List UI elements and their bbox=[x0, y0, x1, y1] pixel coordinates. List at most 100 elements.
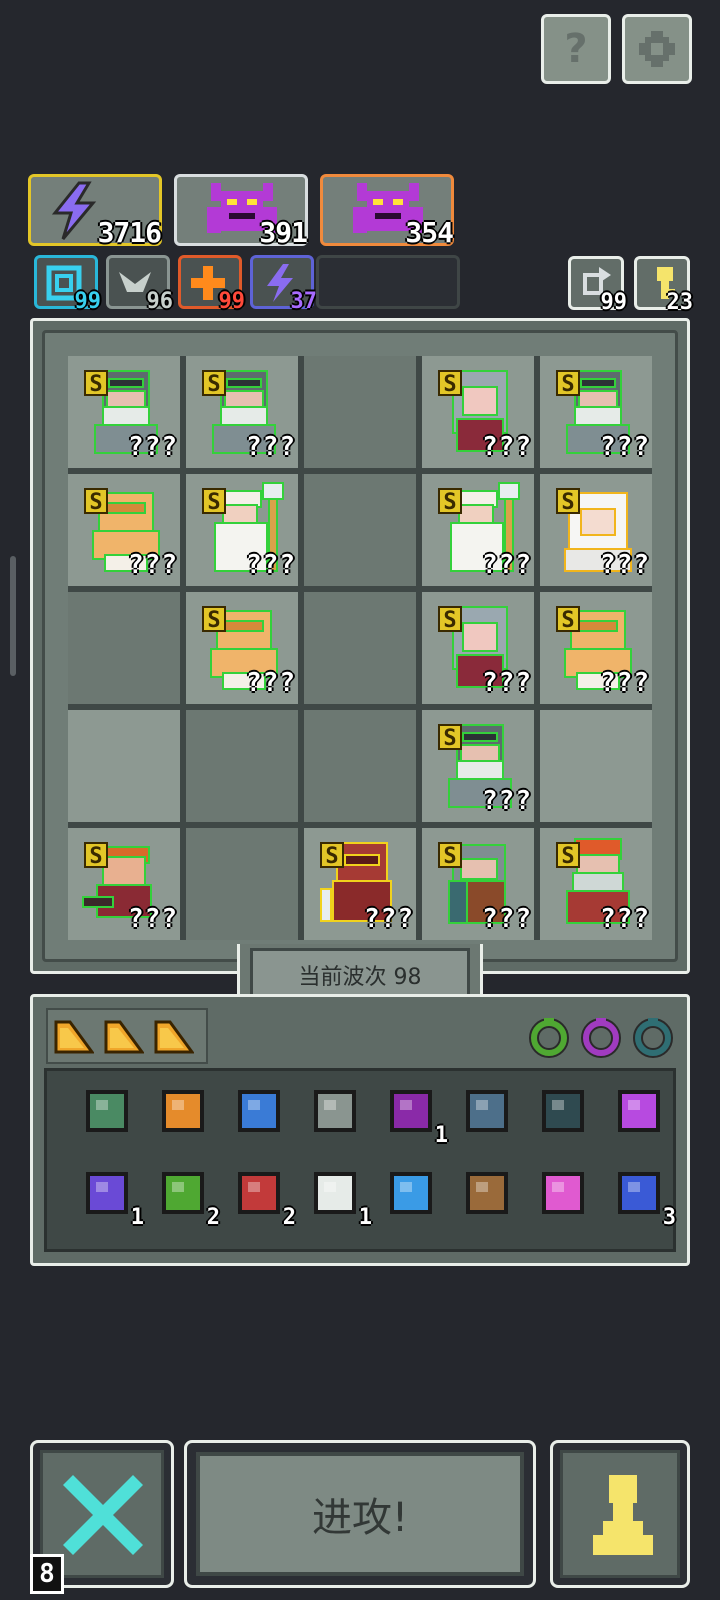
rank-badge: S bbox=[438, 724, 462, 751]
resource-value: 3716 bbox=[97, 216, 162, 249]
purple-ring[interactable] bbox=[580, 1016, 622, 1058]
unit-angel[interactable]: S??? bbox=[546, 480, 649, 580]
unit-red-armor[interactable]: S??? bbox=[310, 834, 413, 934]
skill-wing-skill[interactable]: 96 bbox=[106, 255, 173, 314]
item-count: 3 bbox=[662, 1205, 676, 1230]
item-dark-bell[interactable] bbox=[532, 1080, 594, 1142]
rank-badge: S bbox=[202, 488, 226, 515]
item-crystal-crown[interactable] bbox=[456, 1080, 518, 1142]
board-cell[interactable] bbox=[304, 710, 416, 822]
scroll-icon bbox=[162, 1090, 204, 1132]
unit-mage-girl[interactable]: S??? bbox=[428, 598, 531, 698]
cancel-count: 8 bbox=[30, 1554, 64, 1594]
board-cell[interactable] bbox=[186, 710, 298, 822]
green-ring[interactable] bbox=[528, 1016, 570, 1058]
board-cell[interactable] bbox=[186, 828, 298, 940]
unit-knight[interactable]: S??? bbox=[428, 716, 531, 816]
item-pink-arrow[interactable] bbox=[532, 1162, 594, 1224]
hourglass-icon bbox=[618, 1172, 660, 1214]
board-grid[interactable]: S??? S??? S??? S??? S??? S??? S??? S??? S??? S???… bbox=[68, 356, 652, 940]
key-counter[interactable]: 23 bbox=[634, 256, 693, 315]
dark-bell-icon bbox=[542, 1090, 584, 1132]
cheese-tab[interactable] bbox=[104, 1018, 145, 1056]
teal-ring[interactable] bbox=[632, 1016, 674, 1058]
item-potion-jar[interactable]: 1 bbox=[76, 1162, 144, 1230]
gear-icon bbox=[639, 31, 675, 67]
item-purple-staff[interactable] bbox=[608, 1080, 670, 1142]
unit-shield-guard[interactable]: S??? bbox=[428, 834, 531, 934]
unit-level-unknown: ??? bbox=[482, 668, 532, 698]
rank-badge: S bbox=[556, 842, 580, 869]
rank-badge: S bbox=[84, 488, 108, 515]
key-count: 23 bbox=[666, 290, 694, 315]
board-cell[interactable] bbox=[304, 356, 416, 468]
unit-level-unknown: ??? bbox=[600, 904, 650, 934]
skill-empty-slot bbox=[316, 255, 460, 309]
item-feather-quill[interactable] bbox=[456, 1162, 518, 1224]
red-gem-icon bbox=[238, 1172, 280, 1214]
rank-badge: S bbox=[438, 842, 462, 869]
crystal-crown-icon bbox=[466, 1090, 508, 1132]
item-red-gem[interactable]: 2 bbox=[228, 1162, 296, 1230]
item-scroll[interactable] bbox=[152, 1080, 214, 1142]
settings-button[interactable] bbox=[622, 14, 692, 84]
skill-plus-skill[interactable]: 99 bbox=[178, 255, 245, 314]
resource-lightning-energy: 3716 bbox=[28, 174, 162, 249]
board-cell[interactable] bbox=[68, 592, 180, 704]
board-cell[interactable] bbox=[540, 710, 652, 822]
item-blue-wave[interactable] bbox=[380, 1162, 442, 1224]
unit-brute[interactable]: S??? bbox=[546, 598, 649, 698]
cheese-tab[interactable] bbox=[54, 1018, 95, 1056]
blue-amulet-icon bbox=[238, 1090, 280, 1132]
pawn-button[interactable] bbox=[560, 1450, 680, 1578]
unit-priest[interactable]: S??? bbox=[428, 480, 531, 580]
green-herb-icon bbox=[162, 1172, 204, 1214]
item-white-wing[interactable]: 1 bbox=[304, 1162, 372, 1230]
item-hourglass[interactable]: 3 bbox=[608, 1162, 676, 1230]
skill-spiral-skill[interactable]: 99 bbox=[34, 255, 101, 314]
rank-badge: S bbox=[556, 370, 580, 397]
unit-knight[interactable]: S??? bbox=[192, 362, 295, 462]
rank-badge: S bbox=[202, 606, 226, 633]
unit-mage-girl[interactable]: S??? bbox=[428, 362, 531, 462]
unit-level-unknown: ??? bbox=[482, 550, 532, 580]
lightning-icon bbox=[51, 181, 97, 240]
unit-level-unknown: ??? bbox=[364, 904, 414, 934]
item-green-herb[interactable]: 2 bbox=[152, 1162, 220, 1230]
board-cell[interactable] bbox=[304, 474, 416, 586]
purple-staff-icon bbox=[618, 1090, 660, 1132]
board-cell[interactable] bbox=[304, 592, 416, 704]
demon-mask-icon bbox=[390, 1090, 432, 1132]
unit-knight[interactable]: S??? bbox=[546, 362, 649, 462]
board-cell[interactable] bbox=[68, 710, 180, 822]
rank-badge: S bbox=[320, 842, 344, 869]
unit-priest[interactable]: S??? bbox=[192, 480, 295, 580]
refresh-counter[interactable]: 99 bbox=[568, 256, 627, 315]
resource-value: 391 bbox=[259, 216, 308, 249]
skill-bolt-skill[interactable]: 37 bbox=[250, 255, 317, 314]
side-handle[interactable] bbox=[10, 556, 16, 676]
cheese-tab[interactable] bbox=[154, 1018, 195, 1056]
skill-value: 37 bbox=[290, 289, 318, 314]
item-demon-mask[interactable]: 1 bbox=[380, 1080, 448, 1148]
unit-knight[interactable]: S??? bbox=[74, 362, 177, 462]
unit-level-unknown: ??? bbox=[246, 550, 296, 580]
cheese-icon bbox=[104, 1020, 145, 1054]
ring-icon bbox=[633, 1018, 673, 1058]
unit-warrior[interactable]: S??? bbox=[74, 834, 177, 934]
item-green-helmet[interactable] bbox=[76, 1080, 138, 1142]
rank-badge: S bbox=[84, 842, 108, 869]
rank-badge: S bbox=[438, 370, 462, 397]
help-button[interactable]: ? bbox=[541, 14, 611, 84]
unit-brute[interactable]: S??? bbox=[74, 480, 177, 580]
feather-quill-icon bbox=[466, 1172, 508, 1214]
attack-button[interactable]: 进攻! bbox=[196, 1452, 524, 1576]
unit-brute[interactable]: S??? bbox=[192, 598, 295, 698]
unit-level-unknown: ??? bbox=[482, 904, 532, 934]
unit-level-unknown: ??? bbox=[600, 668, 650, 698]
item-grey-hammer[interactable] bbox=[304, 1080, 366, 1142]
skill-value: 96 bbox=[146, 289, 174, 314]
unit-king[interactable]: S??? bbox=[546, 834, 649, 934]
item-blue-amulet[interactable] bbox=[228, 1080, 290, 1142]
unit-level-unknown: ??? bbox=[128, 432, 178, 462]
